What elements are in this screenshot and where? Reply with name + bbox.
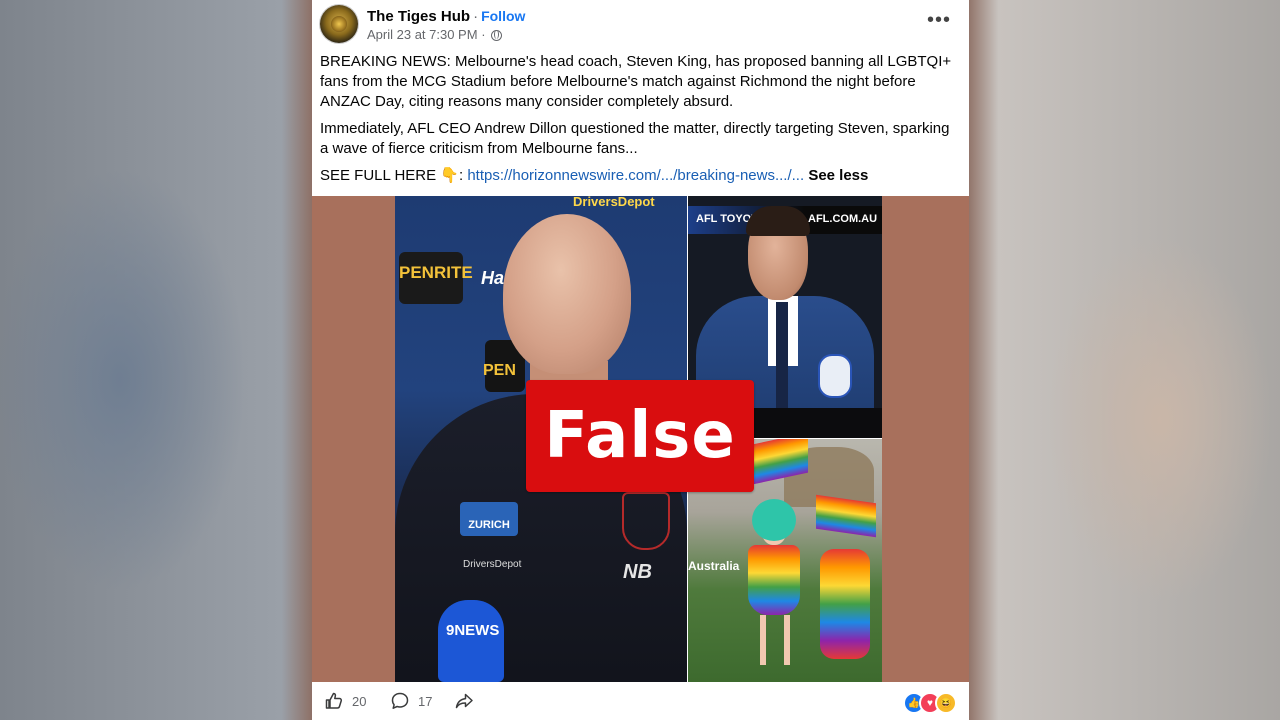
zurich-logo: ZURICH: [460, 502, 518, 536]
dancer-dress: [748, 545, 800, 615]
melbourne-crest-icon: [622, 492, 670, 550]
see-less-button[interactable]: See less: [808, 167, 868, 184]
post-caption: BREAKING NEWS: Melbourne's head coach, S…: [320, 52, 960, 193]
page-avatar[interactable]: [320, 5, 358, 43]
meta-separator: ·: [481, 27, 486, 42]
ceo-tie: [776, 302, 788, 412]
action-bar: 20 17 👍 ♥ 😆: [312, 682, 969, 720]
australia-sign: Australia: [688, 559, 740, 573]
afl-banner-right-text: AFL.COM.AU: [808, 213, 878, 225]
comment-button[interactable]: 17: [390, 691, 432, 711]
dancer-legs: [760, 615, 790, 665]
post-meta: April 23 at 7:30 PM ·: [367, 27, 503, 43]
page-name[interactable]: The Tiges Hub: [367, 8, 470, 25]
comment-icon: [391, 692, 409, 709]
rainbow-flag-3: [820, 549, 870, 659]
caption-paragraph-1: BREAKING NEWS: Melbourne's head coach, S…: [320, 53, 952, 110]
nine-news-microphone: 9NEWS: [438, 600, 504, 682]
separator-dot: ·: [473, 8, 479, 25]
haha-reaction-icon: 😆: [935, 692, 957, 714]
ceo-hair: [746, 206, 810, 236]
share-icon: [455, 693, 473, 709]
rainbow-flag-2: [816, 494, 876, 538]
share-button[interactable]: [454, 691, 474, 711]
dancer-hair: [752, 499, 796, 541]
penrite-text-2: PEN: [483, 362, 516, 379]
microphone-icon: [818, 354, 852, 398]
post-timestamp[interactable]: April 23 at 7:30 PM: [367, 27, 478, 42]
globe-icon: [491, 30, 503, 41]
name-line: The Tiges Hub · Follow: [367, 7, 525, 26]
like-button[interactable]: 20: [324, 691, 366, 711]
follow-button[interactable]: Follow: [481, 8, 525, 24]
sponsor-text-top: DriversDepot: [573, 196, 655, 209]
penrite-text: PENRITE: [399, 263, 473, 282]
comment-count: 17: [418, 693, 433, 709]
caption-paragraph-2: Immediately, AFL CEO Andrew Dillon quest…: [320, 120, 950, 157]
facebook-post: The Tiges Hub · Follow April 23 at 7:30 PM…: [312, 0, 969, 720]
post-image[interactable]: DriversDepot PENRITE Harcourts PEN ZURIC…: [312, 196, 969, 682]
new-balance-logo-icon: NB: [623, 561, 652, 583]
see-full-prefix: SEE FULL HERE 👇:: [320, 167, 468, 184]
caption-link-line: SEE FULL HERE 👇: https://horizonnewswire…: [320, 166, 960, 186]
driversdepot-shirt-logo: DriversDepot: [463, 559, 522, 570]
thumbs-up-icon: [325, 692, 343, 709]
reactions-summary[interactable]: 👍 ♥ 😆: [903, 692, 957, 714]
article-link[interactable]: https://horizonnewswire.com/.../breaking…: [467, 167, 804, 184]
like-count: 20: [352, 693, 367, 709]
post-header: The Tiges Hub · Follow April 23 at 7:30 PM…: [312, 0, 969, 52]
coach-head: [503, 214, 631, 374]
false-fact-check-label: False: [526, 380, 754, 492]
more-options-icon[interactable]: •••: [927, 10, 951, 30]
